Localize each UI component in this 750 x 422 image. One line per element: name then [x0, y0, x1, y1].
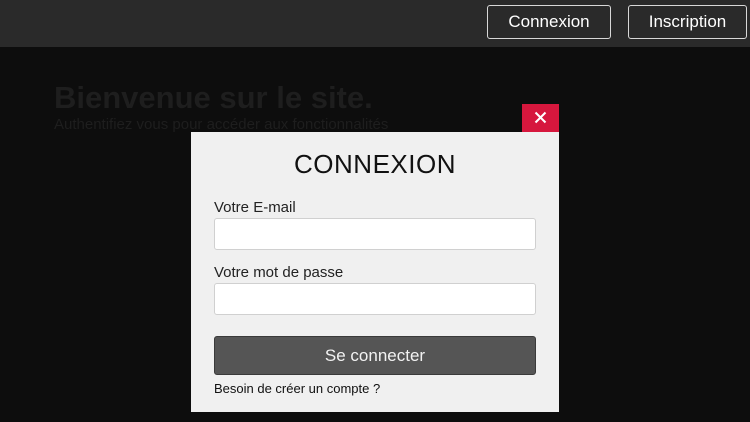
close-icon: [534, 111, 547, 127]
signup-nav-button[interactable]: Inscription: [628, 5, 747, 39]
login-nav-button[interactable]: Connexion: [487, 5, 611, 39]
top-navbar: Connexion Inscription: [0, 0, 750, 47]
login-modal: CONNEXION Votre E-mail Votre mot de pass…: [191, 132, 559, 412]
welcome-subtitle: Authentifiez vous pour accéder aux fonct…: [54, 116, 389, 133]
create-account-link[interactable]: Besoin de créer un compte ?: [214, 381, 380, 396]
password-label: Votre mot de passe: [214, 264, 344, 281]
password-field[interactable]: [214, 283, 536, 315]
modal-close-button[interactable]: [522, 104, 559, 133]
email-field[interactable]: [214, 218, 536, 250]
modal-title: CONNEXION: [294, 149, 456, 179]
email-label: Votre E-mail: [214, 199, 296, 216]
welcome-title: Bienvenue sur le site.: [54, 80, 373, 115]
login-submit-button[interactable]: Se connecter: [214, 336, 536, 375]
